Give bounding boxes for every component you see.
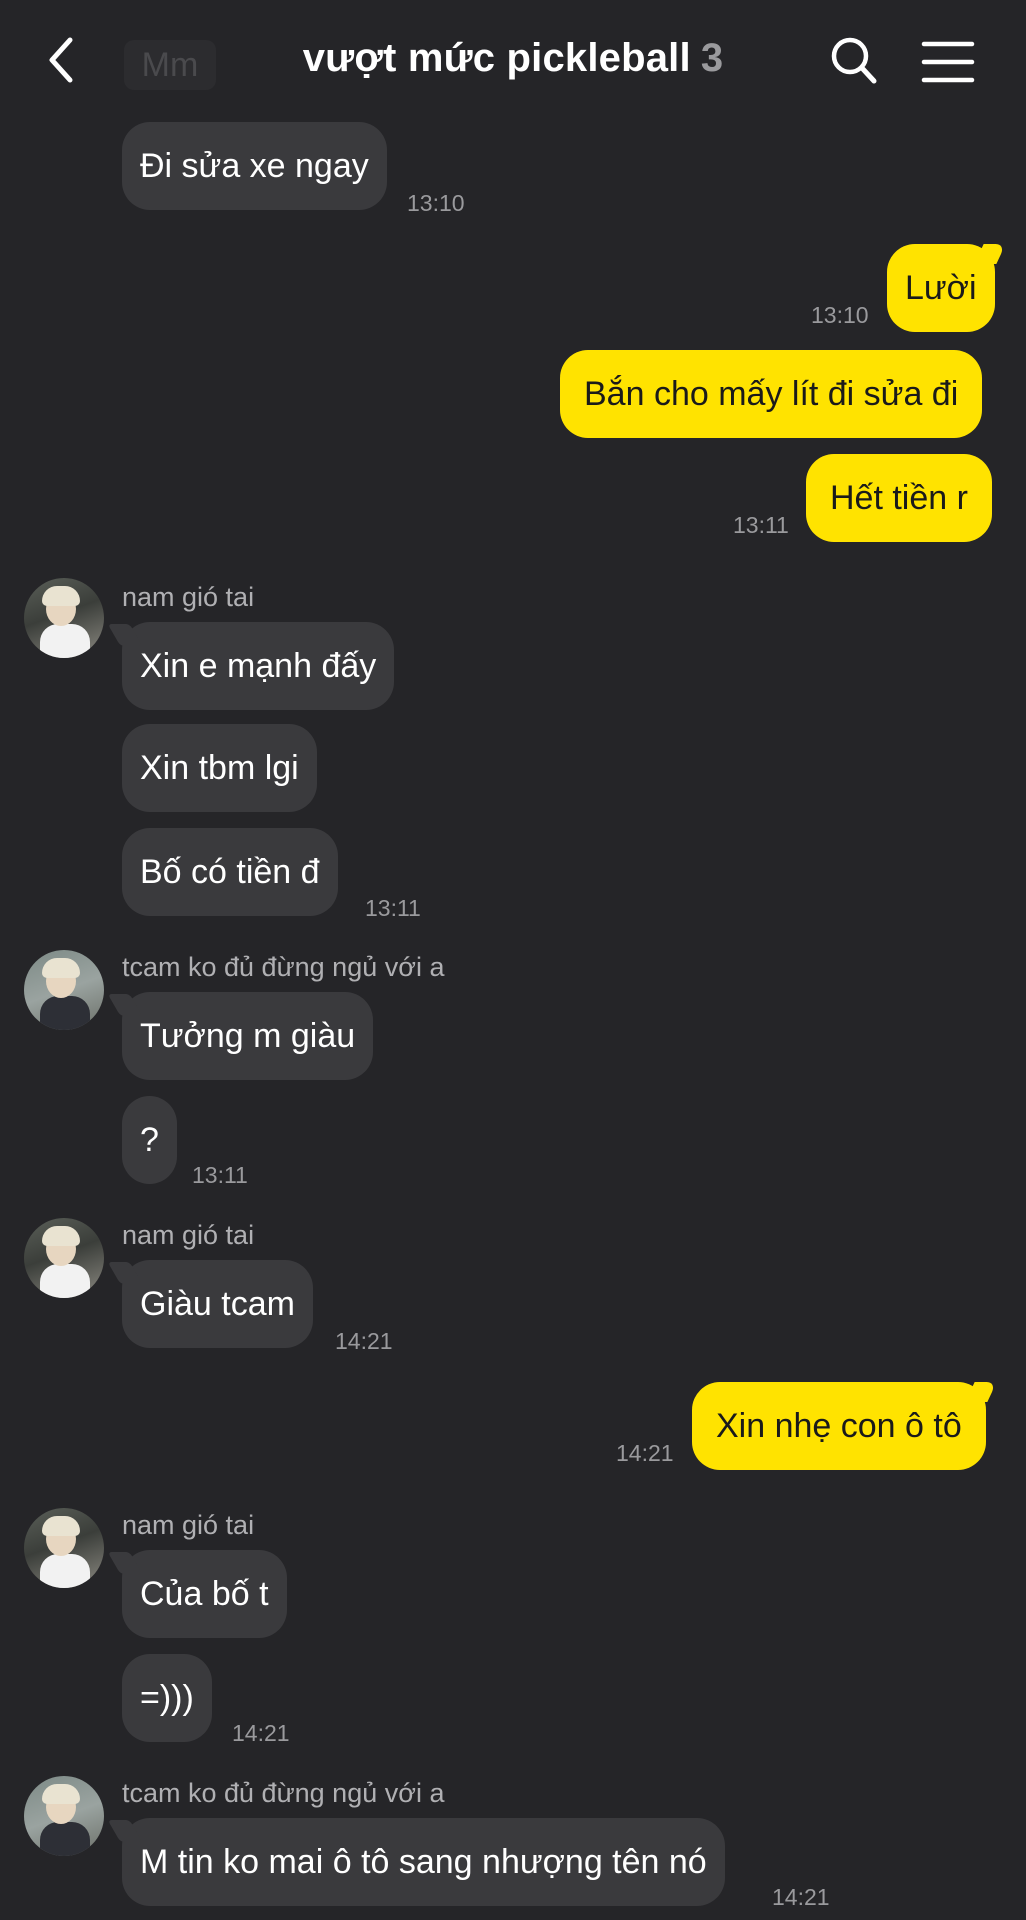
sender-name: nam gió tai xyxy=(122,582,255,612)
chat-title: vượt mức pickleball xyxy=(302,36,691,80)
message-text: Hết tiền r xyxy=(830,479,968,517)
message-bubble[interactable]: =))) xyxy=(122,1654,212,1742)
message-time: 13:10 xyxy=(811,302,869,328)
message-text: ? xyxy=(140,1121,159,1159)
sender-name: tcam ko đủ đừng ngủ với a xyxy=(122,952,445,982)
sender-name: nam gió tai xyxy=(122,1510,255,1540)
message-time: 14:21 xyxy=(772,1884,830,1910)
avatar[interactable] xyxy=(24,578,104,658)
message-bubble[interactable]: Xin e mạnh đấy xyxy=(122,622,395,710)
message-bubble[interactable]: Của bố t xyxy=(122,1550,287,1638)
message-time: 13:11 xyxy=(192,1162,248,1188)
message-time: 14:21 xyxy=(616,1440,674,1466)
menu-button[interactable] xyxy=(918,36,978,88)
message-time: 14:21 xyxy=(232,1720,290,1746)
message-bubble[interactable]: Tưởng m giàu xyxy=(122,992,374,1080)
message-bubble[interactable]: Xin tbm lgi xyxy=(122,724,317,812)
message-text: =))) xyxy=(140,1679,194,1717)
message-bubble[interactable]: Giàu tcam xyxy=(122,1260,313,1348)
message-bubble[interactable]: M tin ko mai ô tô sang nhượng tên nó xyxy=(122,1818,725,1906)
avatar[interactable] xyxy=(24,1218,104,1298)
message-text: Xin nhẹ con ô tô xyxy=(716,1407,962,1445)
search-icon xyxy=(831,37,877,84)
hamburger-menu-icon xyxy=(921,41,975,83)
message-text: Của bố t xyxy=(140,1575,269,1613)
message-text: Bố có tiền đ xyxy=(140,853,320,891)
message-text: M tin ko mai ô tô sang nhượng tên nó xyxy=(140,1843,707,1881)
sender-name: nam gió tai xyxy=(122,1220,255,1250)
message-bubble-outgoing[interactable]: Bắn cho mấy lít đi sửa đi xyxy=(560,350,983,438)
chat-header: Mm vượt mức pickleball 3 xyxy=(0,0,1026,118)
message-text: Lười xyxy=(905,269,977,307)
message-bubble-outgoing[interactable]: Hết tiền r xyxy=(806,454,992,542)
message-time: 13:11 xyxy=(733,512,789,538)
message-time: 13:10 xyxy=(407,190,465,216)
message-text: Xin tbm lgi xyxy=(140,749,299,787)
message-bubble-outgoing[interactable]: Lười xyxy=(887,244,995,332)
member-count: 3 xyxy=(700,36,724,80)
message-time: 14:21 xyxy=(335,1328,393,1354)
sender-name: tcam ko đủ đừng ngủ với a xyxy=(122,1778,445,1808)
avatar[interactable] xyxy=(24,1776,104,1856)
message-bubble-outgoing[interactable]: Xin nhẹ con ô tô xyxy=(692,1382,986,1470)
message-bubble[interactable]: ? xyxy=(122,1096,177,1184)
message-bubble[interactable]: Bố có tiền đ xyxy=(122,828,338,916)
message-time: 13:11 xyxy=(365,895,421,921)
message-text: Xin e mạnh đấy xyxy=(140,647,377,685)
avatar[interactable] xyxy=(24,950,104,1030)
avatar[interactable] xyxy=(24,1508,104,1588)
search-button[interactable] xyxy=(828,32,880,88)
message-bubble[interactable]: Đi sửa xe ngay xyxy=(122,122,387,210)
message-text: Đi sửa xe ngay xyxy=(140,147,369,185)
message-text: Giàu tcam xyxy=(140,1285,295,1323)
message-text: Bắn cho mấy lít đi sửa đi xyxy=(584,375,959,413)
message-text: Tưởng m giàu xyxy=(140,1017,356,1055)
